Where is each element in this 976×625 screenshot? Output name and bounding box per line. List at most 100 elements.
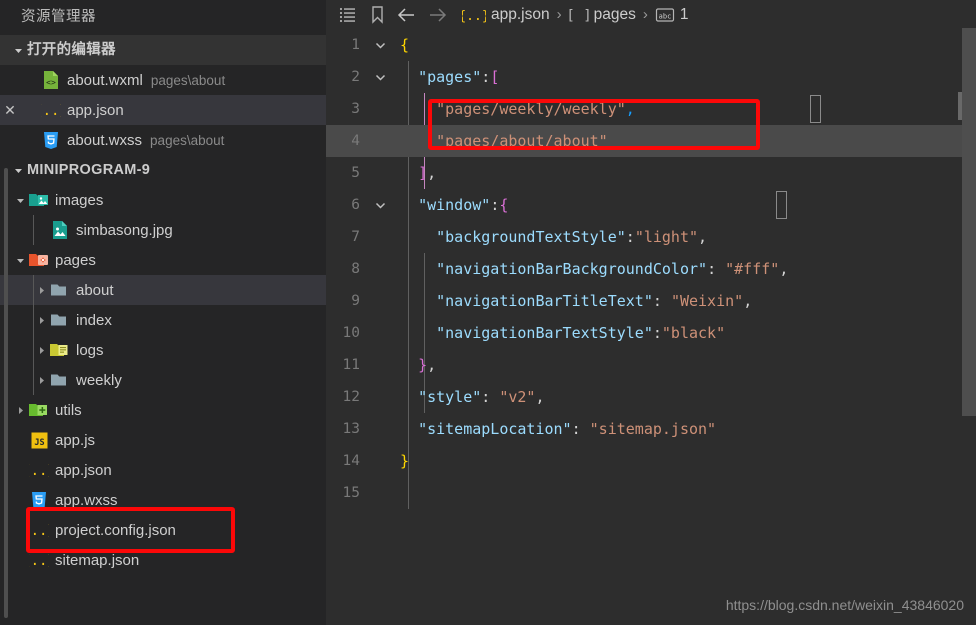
line-number: 6 [351,197,360,213]
tree-item-images[interactable]: images [0,185,326,215]
section-project[interactable]: MINIPROGRAM-9 [0,155,326,185]
line-number: 2 [351,69,360,85]
code-token: : [707,260,726,278]
tree-item-app-wxss[interactable]: app.wxss [0,485,326,515]
tree-indent-guide [33,305,34,335]
arrow-left-icon[interactable] [392,1,422,29]
line-number: 11 [342,357,360,373]
code-token: "pages/weekly/weekly" [436,100,626,118]
code-line[interactable]: 9 "navigationBarTitleText": "Weixin", [326,285,976,317]
code-line[interactable]: 3 "pages/weekly/weekly", [326,93,976,125]
outline-list-icon[interactable] [332,1,362,29]
code-line[interactable]: 13 "sitemapLocation": "sitemap.json" [326,413,976,445]
code-token: : [571,420,590,438]
chevron-down-icon[interactable] [12,255,28,266]
tree-item-project-config-json[interactable]: {..} project.config.json [0,515,326,545]
tree-item-label: index [76,311,112,329]
breadcrumb-segment[interactable]: abc 1 [655,6,688,24]
code-token: , [427,356,437,374]
svg-text:JS: JS [34,438,44,448]
folder-pages-icon [28,251,50,269]
code-line[interactable]: 4 "pages/about/about" [326,125,976,157]
code-line-text: "pages/about/about" [392,125,976,157]
tree-item-simbasong-jpg[interactable]: simbasong.jpg [0,215,326,245]
close-icon[interactable]: ✕ [0,102,20,119]
chevron-right-icon[interactable] [33,315,49,326]
code-editor-pane: {..}app.json›[ ]pages›abc1 1{2 "pages":[… [326,0,976,625]
tree-item-about[interactable]: about [0,275,326,305]
chevron-right-icon[interactable] [33,345,49,356]
code-line-text: } [392,445,976,477]
open-editor-item[interactable]: about.wxss pages\about [0,125,326,155]
section-open-editors[interactable]: 打开的编辑器 [0,35,326,65]
open-editor-item[interactable]: ✕ {..} app.json [0,95,326,125]
code-line-text: "navigationBarTitleText": "Weixin", [392,285,976,317]
code-line[interactable]: 10 "navigationBarTextStyle":"black" [326,317,976,349]
fold-chevron-down-icon[interactable] [368,71,392,84]
code-line[interactable]: 15 [326,477,976,509]
tree-item-index[interactable]: index [0,305,326,335]
fold-chevron-down-icon[interactable] [368,199,392,212]
open-editor-item[interactable]: <> about.wxml pages\about [0,65,326,95]
code-line[interactable]: 14} [326,445,976,477]
line-number: 14 [342,453,360,469]
code-token: : [481,68,491,86]
chevron-right-icon[interactable] [33,285,49,296]
json-file-icon: {..} [28,460,50,480]
line-number: 3 [351,101,360,117]
tree-item-weekly[interactable]: weekly [0,365,326,395]
code-token: : [652,324,662,342]
code-token: , [625,100,635,118]
arrow-right-icon[interactable] [422,1,452,29]
tree-item-sitemap-json[interactable]: {..} sitemap.json [0,545,326,575]
chevron-right-icon[interactable] [12,405,28,416]
open-editor-name: about.wxss [67,131,143,149]
code-line[interactable]: 8 "navigationBarBackgroundColor": "#fff"… [326,253,976,285]
code-line[interactable]: 12 "style": "v2", [326,381,976,413]
tree-item-app-js[interactable]: JS app.js [0,425,326,455]
code-token: "navigationBarTitleText" [436,292,653,310]
wxss-file-icon [28,490,50,510]
code-content[interactable]: 1{2 "pages":[3 "pages/weekly/weekly", 4 "… [326,29,976,625]
tree-item-pages[interactable]: pages [0,245,326,275]
folder-plain-icon [49,311,71,329]
code-line[interactable]: 2 "pages":[ [326,61,976,93]
breadcrumb-segment[interactable]: {..} app.json [462,6,550,24]
chevron-down-icon[interactable] [12,195,28,206]
svg-text:abc: abc [659,12,672,20]
tree-item-label: simbasong.jpg [76,221,173,239]
tree-item-label: images [55,191,104,209]
sidebar-scrollbar[interactable] [4,168,8,618]
array-brackets-icon: [ ] [569,6,589,24]
tree-item-utils[interactable]: utils [0,395,326,425]
code-token: "v2" [499,388,536,406]
code-line[interactable]: 6 "window":{ [326,189,976,221]
editor-scrollbar[interactable] [962,0,976,625]
bookmark-icon[interactable] [362,1,392,29]
tree-item-label: pages [55,251,96,269]
code-line[interactable]: 7 "backgroundTextStyle":"light", [326,221,976,253]
tree-item-app-json[interactable]: {..} app.json [0,455,326,485]
explorer-sidebar: 资源管理器 打开的编辑器 <> about.wxml pages\about ✕ {..… [0,0,326,625]
code-line[interactable]: 11 }, [326,349,976,381]
fold-chevron-down-icon[interactable] [368,39,392,52]
code-token: } [418,356,428,374]
tree-item-label: app.wxss [55,491,118,509]
code-line-text: "window":{ [392,189,976,221]
svg-text:{..}: {..} [41,103,61,119]
code-token: { [400,36,410,54]
tree-indent-guide [33,335,34,365]
code-line[interactable]: 5 ], [326,157,976,189]
code-line[interactable]: 1{ [326,29,976,61]
editor-scrollbar-thumb[interactable] [962,28,976,416]
tree-item-logs[interactable]: logs [0,335,326,365]
chevron-right-icon[interactable] [33,375,49,386]
code-token: "sitemapLocation" [418,420,572,438]
breadcrumb-segment[interactable]: [ ]pages [569,6,636,24]
line-number: 5 [351,165,360,181]
json-braces-icon: {..} [462,6,486,24]
